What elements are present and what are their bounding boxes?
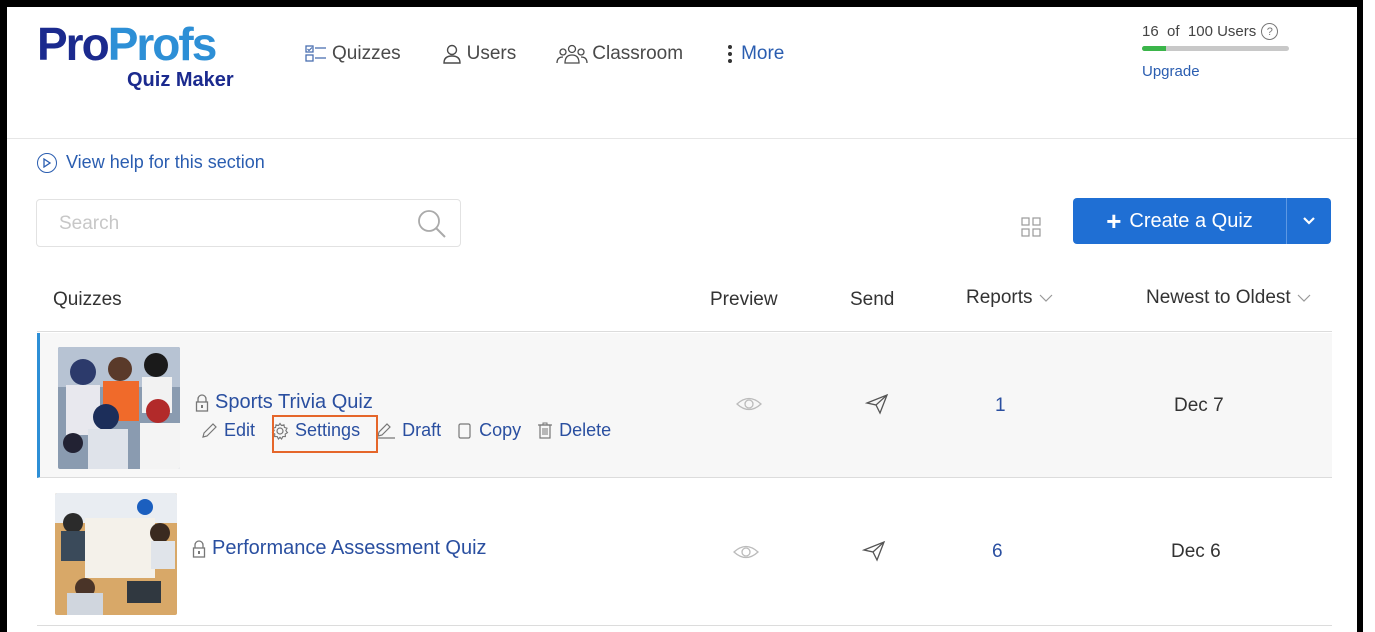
header-reports[interactable]: Reports bbox=[966, 287, 1053, 309]
users-current: 16 bbox=[1142, 23, 1159, 40]
preview-eye-icon[interactable] bbox=[732, 543, 760, 561]
classroom-icon bbox=[556, 44, 588, 64]
nav-users-label: Users bbox=[466, 43, 517, 64]
plus-icon: + bbox=[1106, 206, 1122, 236]
search-input[interactable] bbox=[57, 212, 411, 236]
quiz-thumbnail-performance[interactable] bbox=[55, 493, 177, 615]
create-quiz-label: Create a Quiz bbox=[1129, 209, 1253, 232]
send-icon[interactable] bbox=[865, 393, 889, 415]
quiz-title: Sports Trivia Quiz bbox=[215, 391, 373, 413]
lock-icon bbox=[195, 393, 209, 412]
copy-action[interactable]: Copy bbox=[457, 420, 521, 441]
grid-view-icon[interactable] bbox=[1021, 217, 1041, 237]
draft-label: Draft bbox=[402, 420, 442, 440]
table-row: Sports Trivia Quiz Edit Settings Draft C… bbox=[37, 333, 1332, 478]
main-nav: Quizzes Users Classroom More bbox=[304, 43, 824, 65]
chevron-down-icon bbox=[1297, 294, 1311, 302]
logo-profs: Profs bbox=[107, 18, 218, 70]
help-question-icon[interactable]: ? bbox=[1261, 23, 1279, 40]
header-send: Send bbox=[850, 289, 895, 310]
trash-icon bbox=[538, 422, 553, 439]
quiz-actions: Edit Settings Draft Copy Delete bbox=[200, 420, 627, 441]
logo-subtitle: Quiz Maker bbox=[127, 69, 234, 91]
copy-label: Copy bbox=[479, 420, 522, 440]
chevron-down-icon bbox=[1039, 294, 1052, 302]
nav-quizzes-label: Quizzes bbox=[332, 43, 401, 64]
user-count: 16 of 100 Users ? bbox=[1142, 23, 1302, 40]
header-reports-label: Reports bbox=[966, 287, 1033, 308]
nav-classroom-label: Classroom bbox=[592, 43, 684, 64]
quiz-title-link[interactable]: Performance Assessment Quiz bbox=[192, 537, 487, 560]
nav-more[interactable]: More bbox=[723, 43, 784, 65]
nav-users[interactable]: Users bbox=[441, 43, 517, 65]
proprofs-logo[interactable]: ProProfs Quiz Maker bbox=[37, 21, 247, 101]
nav-quizzes[interactable]: Quizzes bbox=[304, 43, 401, 65]
create-quiz-dropdown[interactable] bbox=[1287, 198, 1331, 244]
reports-count[interactable]: 1 bbox=[995, 395, 1006, 417]
delete-label: Delete bbox=[559, 420, 612, 440]
create-quiz-main[interactable]: + Create a Quiz bbox=[1073, 198, 1287, 244]
quiz-date: Dec 6 bbox=[1171, 541, 1221, 562]
edit-action[interactable]: Edit bbox=[200, 420, 255, 441]
upgrade-link[interactable]: Upgrade bbox=[1142, 63, 1302, 80]
quizzes-icon bbox=[305, 45, 326, 62]
table-header: Quizzes Preview Send Reports Newest to O… bbox=[37, 275, 1332, 332]
quiz-date: Dec 7 bbox=[1174, 395, 1224, 416]
play-circle-icon bbox=[37, 152, 57, 173]
search-box bbox=[36, 199, 461, 247]
send-icon[interactable] bbox=[862, 540, 886, 562]
user-quota-fill bbox=[1142, 46, 1166, 51]
create-quiz-button[interactable]: + Create a Quiz bbox=[1073, 198, 1331, 244]
lock-icon bbox=[192, 539, 206, 558]
users-total: 100 bbox=[1187, 23, 1213, 40]
user-quota: 16 of 100 Users ? Upgrade bbox=[1142, 23, 1302, 80]
top-header: ProProfs Quiz Maker Quizzes Users Classr… bbox=[7, 7, 1357, 139]
pencil-icon bbox=[202, 422, 217, 438]
header-preview: Preview bbox=[710, 289, 778, 310]
users-of: of bbox=[1167, 23, 1180, 40]
logo-pro: Pro bbox=[37, 18, 110, 70]
nav-classroom[interactable]: Classroom bbox=[556, 43, 683, 65]
reports-count[interactable]: 6 bbox=[992, 541, 1003, 563]
delete-action[interactable]: Delete bbox=[537, 420, 611, 441]
user-icon bbox=[442, 44, 461, 64]
quiz-title: Performance Assessment Quiz bbox=[212, 537, 487, 559]
quiz-thumbnail-sports[interactable] bbox=[58, 347, 180, 469]
view-help-label: View help for this section bbox=[66, 152, 265, 172]
sort-dropdown[interactable]: Newest to Oldest bbox=[1146, 287, 1311, 309]
nav-more-label: More bbox=[741, 43, 785, 64]
edit-label: Edit bbox=[224, 420, 256, 440]
preview-eye-icon[interactable] bbox=[735, 395, 763, 413]
search-icon[interactable] bbox=[416, 208, 448, 240]
sort-label: Newest to Oldest bbox=[1146, 287, 1291, 308]
users-label: Users bbox=[1217, 23, 1257, 40]
view-help-link[interactable]: View help for this section bbox=[37, 152, 265, 173]
copy-icon bbox=[458, 422, 471, 439]
table-row: Performance Assessment Quiz 6 Dec 6 bbox=[37, 479, 1332, 626]
header-quizzes: Quizzes bbox=[53, 289, 122, 310]
quiz-title-link[interactable]: Sports Trivia Quiz bbox=[195, 391, 373, 414]
draft-action[interactable]: Draft bbox=[376, 420, 441, 441]
chevron-down-icon bbox=[1303, 217, 1315, 225]
user-quota-bar bbox=[1142, 46, 1289, 51]
more-dots-icon bbox=[728, 45, 733, 63]
settings-highlight-box bbox=[272, 415, 378, 453]
draft-pen-icon bbox=[377, 422, 396, 439]
